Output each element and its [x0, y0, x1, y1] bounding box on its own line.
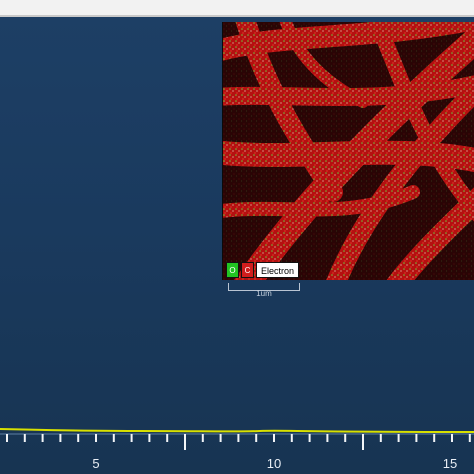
- tick-label-5: 5: [92, 456, 100, 471]
- eds-map-image: [222, 22, 474, 280]
- oxygen-chip[interactable]: O: [226, 262, 239, 278]
- map-legend: O C Electron: [226, 262, 300, 278]
- tick-marks: [6, 434, 471, 450]
- carbon-chip[interactable]: C: [241, 262, 254, 278]
- spectrum-axis: [0, 428, 474, 450]
- spectrum-line: [0, 428, 474, 433]
- electron-chip[interactable]: Electron: [256, 262, 300, 278]
- title-bar: [0, 0, 474, 17]
- tick-label-15: 15: [442, 456, 458, 471]
- tick-label-10: 10: [266, 456, 282, 471]
- scale-label: 1um: [256, 289, 272, 298]
